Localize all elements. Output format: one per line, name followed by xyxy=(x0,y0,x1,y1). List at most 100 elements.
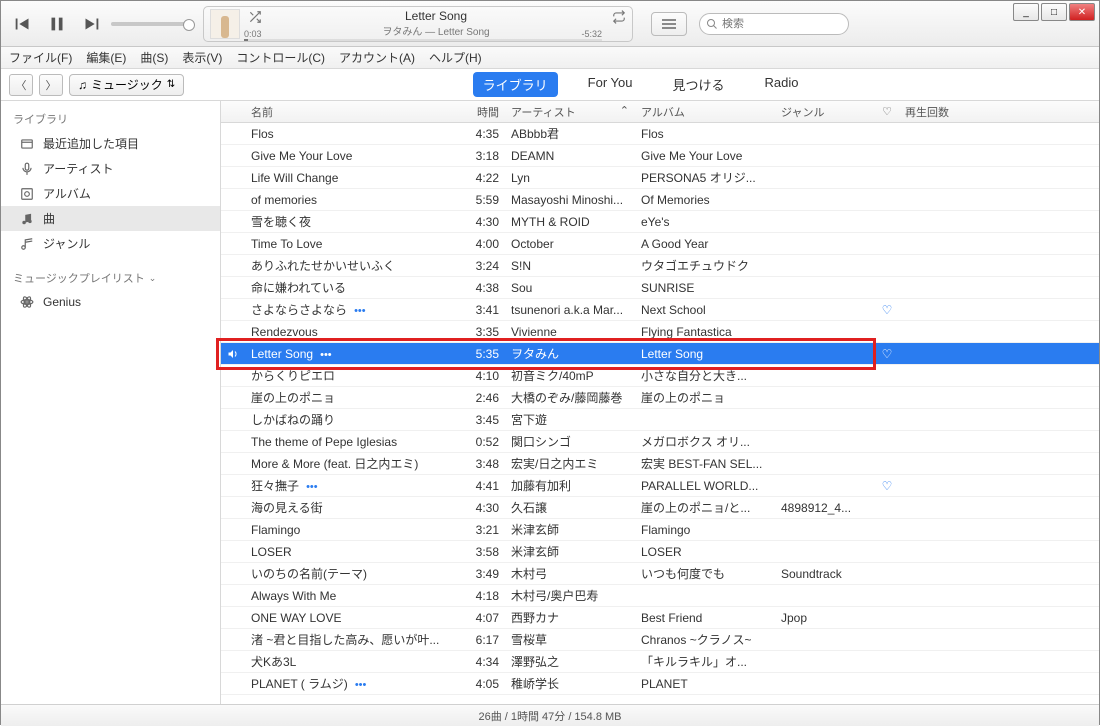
sidebar-item-recent[interactable]: 最近追加した項目 xyxy=(1,131,220,156)
tab-browse[interactable]: 見つける xyxy=(663,72,735,97)
table-body[interactable]: Flos4:35ABbbb君FlosGive Me Your Love3:18D… xyxy=(221,123,1099,704)
tab-foryou[interactable]: For You xyxy=(578,72,643,97)
table-row[interactable]: PLANET ( ラムジ) •••4:05稚峤学长PLANET xyxy=(221,673,1099,695)
tab-library[interactable]: ライブラリ xyxy=(473,72,558,97)
col-time[interactable]: 時間 xyxy=(465,104,505,120)
menu-file[interactable]: ファイル(F) xyxy=(9,49,72,66)
col-plays[interactable]: 再生回数 xyxy=(899,104,979,120)
track-love[interactable]: ♡ xyxy=(875,303,899,317)
table-row[interactable]: ありふれたせかいせいふく3:24S!Nウタゴエチュウドク xyxy=(221,255,1099,277)
track-artist: Lyn xyxy=(505,171,635,185)
track-time: 3:45 xyxy=(465,413,505,427)
table-row[interactable]: More & More (feat. 日之内エミ)3:48宏実/日之内エミ宏実 … xyxy=(221,453,1099,475)
mic-icon xyxy=(19,161,35,177)
table-row[interactable]: 渚 ~君と目指した高み、愿いが叶...6:17雪桜草Chranos ~クラノス~ xyxy=(221,629,1099,651)
media-type-selector[interactable]: ♫ ミュージック ⇅ xyxy=(69,74,184,96)
sidebar-item-genius[interactable]: Genius xyxy=(1,290,220,314)
sidebar-item-label: アルバム xyxy=(43,185,91,202)
col-name[interactable]: 名前 xyxy=(245,104,465,120)
more-icon[interactable]: ••• xyxy=(317,349,332,361)
menu-control[interactable]: コントロール(C) xyxy=(236,49,325,66)
menu-song[interactable]: 曲(S) xyxy=(140,49,168,66)
sidebar-playlist-head[interactable]: ミュージックプレイリスト ⌄ xyxy=(1,266,220,290)
table-row[interactable]: さよならさよなら •••3:41tsunenori a.k.a Mar...Ne… xyxy=(221,299,1099,321)
sidebar-item-note[interactable]: 曲 xyxy=(1,206,220,231)
track-name: ありふれたせかいせいふく xyxy=(245,257,465,274)
track-name: 狂々撫子 ••• xyxy=(245,477,465,494)
window-controls: _ □ ✕ xyxy=(1013,3,1095,21)
now-playing-title: Letter Song xyxy=(246,9,626,23)
col-album[interactable]: アルバム xyxy=(635,104,775,120)
next-button[interactable] xyxy=(77,10,105,38)
track-album: Next School xyxy=(635,303,775,317)
track-artist: 久石譲 xyxy=(505,499,635,516)
table-row[interactable]: Time To Love4:00OctoberA Good Year xyxy=(221,233,1099,255)
table-row[interactable]: of memories5:59Masayoshi Minoshi...Of Me… xyxy=(221,189,1099,211)
sidebar-item-mic[interactable]: アーティスト xyxy=(1,156,220,181)
search-input[interactable] xyxy=(722,18,822,30)
track-album: Best Friend xyxy=(635,611,775,625)
table-row[interactable]: LOSER3:58米津玄師LOSER xyxy=(221,541,1099,563)
table-row[interactable]: Flos4:35ABbbb君Flos xyxy=(221,123,1099,145)
track-name: 雪を聴く夜 xyxy=(245,213,465,230)
maximize-button[interactable]: □ xyxy=(1041,3,1067,21)
menu-help[interactable]: ヘルプ(H) xyxy=(429,49,482,66)
prev-button[interactable] xyxy=(9,10,37,38)
back-button[interactable]: 〈 xyxy=(9,74,33,96)
track-love[interactable]: ♡ xyxy=(875,347,899,361)
table-row[interactable]: Flamingo3:21米津玄師Flamingo xyxy=(221,519,1099,541)
close-button[interactable]: ✕ xyxy=(1069,3,1095,21)
col-love[interactable]: ♡ xyxy=(875,105,899,118)
track-name: Letter Song ••• xyxy=(245,347,465,361)
search-box[interactable] xyxy=(699,13,849,35)
track-album: 崖の上のポニョ xyxy=(635,389,775,406)
track-name: 崖の上のポニョ xyxy=(245,389,465,406)
track-time: 3:48 xyxy=(465,457,505,471)
minimize-button[interactable]: _ xyxy=(1013,3,1039,21)
track-name: からくりピエロ xyxy=(245,367,465,384)
table-row[interactable]: Life Will Change4:22LynPERSONA5 オリジ... xyxy=(221,167,1099,189)
col-artist[interactable]: アーティスト ⌃ xyxy=(505,104,635,120)
table-row[interactable]: Letter Song •••5:35ヲタみんLetter Song♡ xyxy=(221,343,1099,365)
track-time: 4:38 xyxy=(465,281,505,295)
list-view-button[interactable] xyxy=(651,12,687,36)
menu-account[interactable]: アカウント(A) xyxy=(339,49,415,66)
recent-icon xyxy=(19,136,35,152)
more-icon[interactable]: ••• xyxy=(351,305,366,317)
sidebar-item-genre[interactable]: ジャンル xyxy=(1,231,220,256)
table-row[interactable]: ONE WAY LOVE4:07西野カナBest FriendJpop xyxy=(221,607,1099,629)
nav-row: 〈 〉 ♫ ミュージック ⇅ ライブラリ For You 見つける Radio xyxy=(1,69,1099,101)
table-row[interactable]: 狂々撫子 •••4:41加藤有加利PARALLEL WORLD...♡ xyxy=(221,475,1099,497)
track-love[interactable]: ♡ xyxy=(875,479,899,493)
table-row[interactable]: 海の見える街4:30久石譲崖の上のポニョ/と...4898912_4... xyxy=(221,497,1099,519)
forward-button[interactable]: 〉 xyxy=(39,74,63,96)
sidebar-item-album[interactable]: アルバム xyxy=(1,181,220,206)
table-row[interactable]: 崖の上のポニョ2:46大橋のぞみ/藤岡藤巻崖の上のポニョ xyxy=(221,387,1099,409)
menu-edit[interactable]: 編集(E) xyxy=(86,49,126,66)
table-row[interactable]: Rendezvous3:35VivienneFlying Fantastica xyxy=(221,321,1099,343)
more-icon[interactable]: ••• xyxy=(303,481,318,493)
table-row[interactable]: いのちの名前(テーマ)3:49木村弓いつも何度でもSoundtrack xyxy=(221,563,1099,585)
track-name: Flos xyxy=(245,127,465,141)
table-row[interactable]: 命に嫌われている4:38SouSUNRISE xyxy=(221,277,1099,299)
track-name: Give Me Your Love xyxy=(245,149,465,163)
table-row[interactable]: The theme of Pepe Iglesias0:52関口シンゴメガロボク… xyxy=(221,431,1099,453)
table-row[interactable]: しかばねの踊り3:45宮下遊 xyxy=(221,409,1099,431)
table-row[interactable]: 雪を聴く夜4:30MYTH & ROIDeYe's xyxy=(221,211,1099,233)
table-row[interactable]: Always With Me4:18木村弓/奥户巴寿 xyxy=(221,585,1099,607)
menu-view[interactable]: 表示(V) xyxy=(182,49,222,66)
volume-slider[interactable] xyxy=(111,22,191,26)
table-row[interactable]: からくりピエロ4:10初音ミク/40mP小さな自分と大き... xyxy=(221,365,1099,387)
track-time: 5:35 xyxy=(465,347,505,361)
tab-radio[interactable]: Radio xyxy=(755,72,809,97)
track-name: Flamingo xyxy=(245,523,465,537)
repeat-icon[interactable] xyxy=(612,10,626,24)
table-row[interactable]: Give Me Your Love3:18DEAMNGive Me Your L… xyxy=(221,145,1099,167)
pause-button[interactable] xyxy=(43,10,71,38)
media-type-label: ミュージック xyxy=(91,76,163,93)
col-genre[interactable]: ジャンル xyxy=(775,104,875,120)
more-icon[interactable]: ••• xyxy=(352,679,367,691)
progress-bar[interactable] xyxy=(244,39,602,41)
track-album: PERSONA5 オリジ... xyxy=(635,169,775,186)
table-row[interactable]: 犬Kあ3L4:34澤野弘之「キルラキル」オ... xyxy=(221,651,1099,673)
